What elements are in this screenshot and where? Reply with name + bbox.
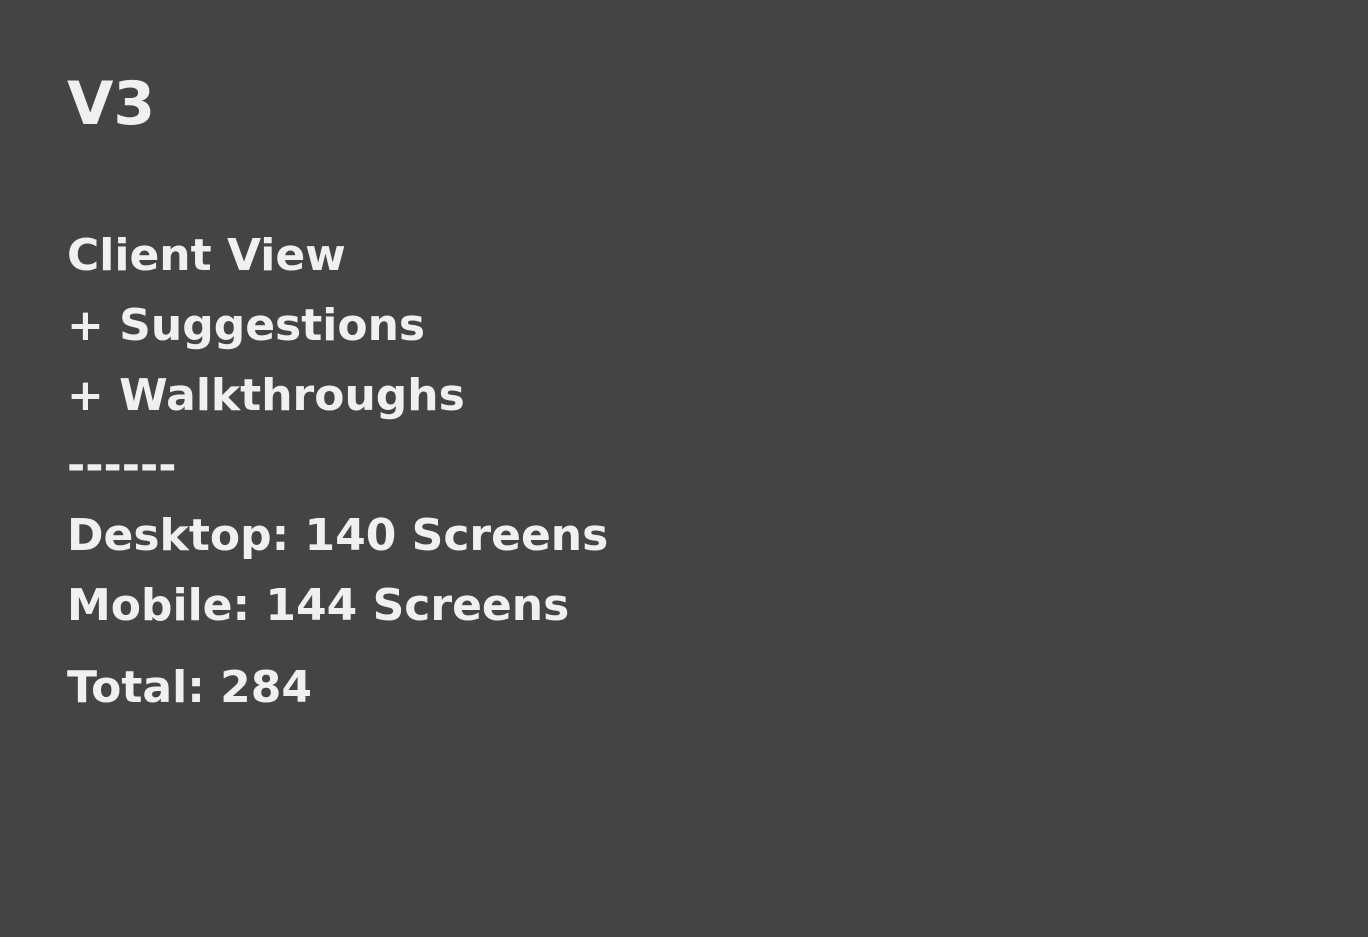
line-client-view: Client View [67, 230, 346, 281]
slide-title: V3 [67, 69, 156, 139]
summary-list: Client View + Suggestions + Walkthroughs… [67, 221, 608, 723]
line-desktop-screens: Desktop: 140 Screens [67, 510, 609, 561]
line-suggestions: + Suggestions [67, 300, 426, 351]
divider-line: ------ [67, 440, 177, 491]
line-total: Total: 284 [67, 662, 312, 713]
line-walkthroughs: + Walkthroughs [67, 370, 465, 421]
line-mobile-screens: Mobile: 144 Screens [67, 580, 570, 631]
